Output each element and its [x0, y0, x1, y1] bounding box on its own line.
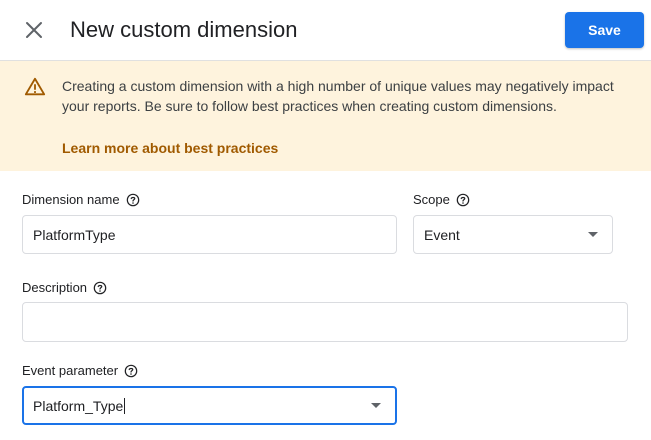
event-parameter-select[interactable]: Platform_Type — [22, 386, 397, 425]
close-button[interactable] — [20, 16, 48, 44]
dimension-name-label-text: Dimension name — [22, 192, 120, 207]
help-icon[interactable] — [126, 193, 140, 207]
best-practices-link[interactable]: Learn more about best practices — [62, 138, 278, 158]
dimension-name-input[interactable]: PlatformType — [22, 215, 397, 254]
description-input[interactable] — [22, 302, 628, 342]
event-parameter-label: Event parameter — [22, 362, 138, 380]
scope-value: Event — [424, 226, 460, 243]
dimension-name-value: PlatformType — [33, 226, 116, 243]
help-icon[interactable] — [124, 364, 138, 378]
text-cursor — [124, 397, 126, 414]
warning-banner: Creating a custom dimension with a high … — [0, 61, 651, 171]
help-icon[interactable] — [93, 281, 107, 295]
chevron-down-icon — [588, 231, 598, 237]
save-button[interactable]: Save — [565, 12, 644, 48]
scope-label: Scope — [413, 191, 470, 209]
description-label-text: Description — [22, 280, 88, 295]
dialog-header: New custom dimension Save — [0, 0, 651, 61]
scope-label-text: Scope — [413, 192, 450, 207]
scope-select[interactable]: Event — [413, 215, 613, 254]
chevron-down-icon — [371, 402, 381, 408]
help-icon[interactable] — [456, 193, 470, 207]
close-icon — [26, 22, 42, 38]
page-title: New custom dimension — [70, 17, 298, 42]
dimension-name-label: Dimension name — [22, 191, 140, 209]
event-parameter-label-text: Event parameter — [22, 363, 119, 378]
event-parameter-value: Platform_Type — [33, 397, 124, 414]
description-label: Description — [22, 279, 107, 297]
warning-message: Creating a custom dimension with a high … — [62, 78, 614, 114]
warning-icon — [24, 77, 46, 96]
